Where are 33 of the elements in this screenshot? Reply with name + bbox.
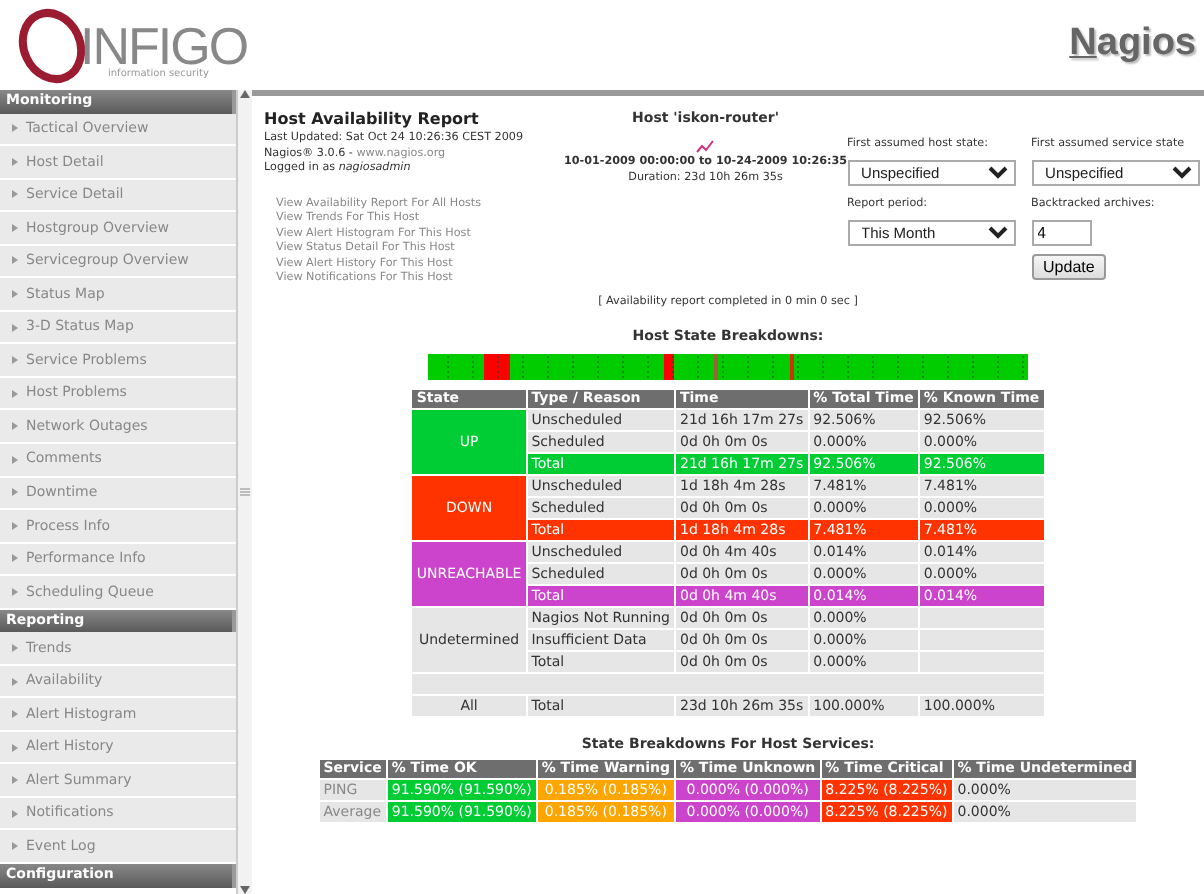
scrollbar[interactable]: [236, 90, 252, 894]
bullet-icon: [12, 455, 18, 464]
bullet-icon: [12, 488, 18, 497]
bullet-icon: [12, 643, 18, 652]
bullet-icon: [12, 710, 18, 719]
bullet-icon: [12, 809, 18, 818]
bullet-icon: [12, 554, 18, 563]
bullet-icon: [12, 223, 18, 232]
bullet-icon: [12, 677, 18, 686]
trend-icon[interactable]: [696, 139, 715, 153]
bullet-icon: [12, 587, 18, 596]
scroll-grip-icon[interactable]: [240, 488, 250, 496]
bullet-icon: [12, 124, 18, 133]
bullet-icon: [12, 842, 18, 851]
bullet-icon: [12, 157, 18, 166]
bullet-icon: [12, 521, 18, 530]
logo-text: INFIGO: [80, 19, 248, 71]
bullet-icon: [12, 323, 18, 332]
report-title: Host Availability Report: [264, 108, 481, 131]
product-title: Nagios: [1069, 20, 1196, 69]
archives-input-field[interactable]: 4: [1031, 220, 1092, 247]
bullet-icon: [12, 776, 18, 785]
bullet-icon: [12, 356, 18, 365]
logo-ring-icon: [16, 5, 88, 85]
bullet-icon: [12, 743, 18, 752]
bullet-icon: [12, 290, 18, 298]
bullet-icon: [12, 190, 18, 199]
bullet-icon: [12, 389, 18, 398]
update-button[interactable]: Update: [1031, 254, 1107, 281]
scroll-up-icon[interactable]: [240, 90, 250, 98]
scroll-down-icon[interactable]: [240, 886, 250, 894]
bullet-icon: [12, 256, 18, 265]
bullet-icon: [12, 422, 18, 431]
